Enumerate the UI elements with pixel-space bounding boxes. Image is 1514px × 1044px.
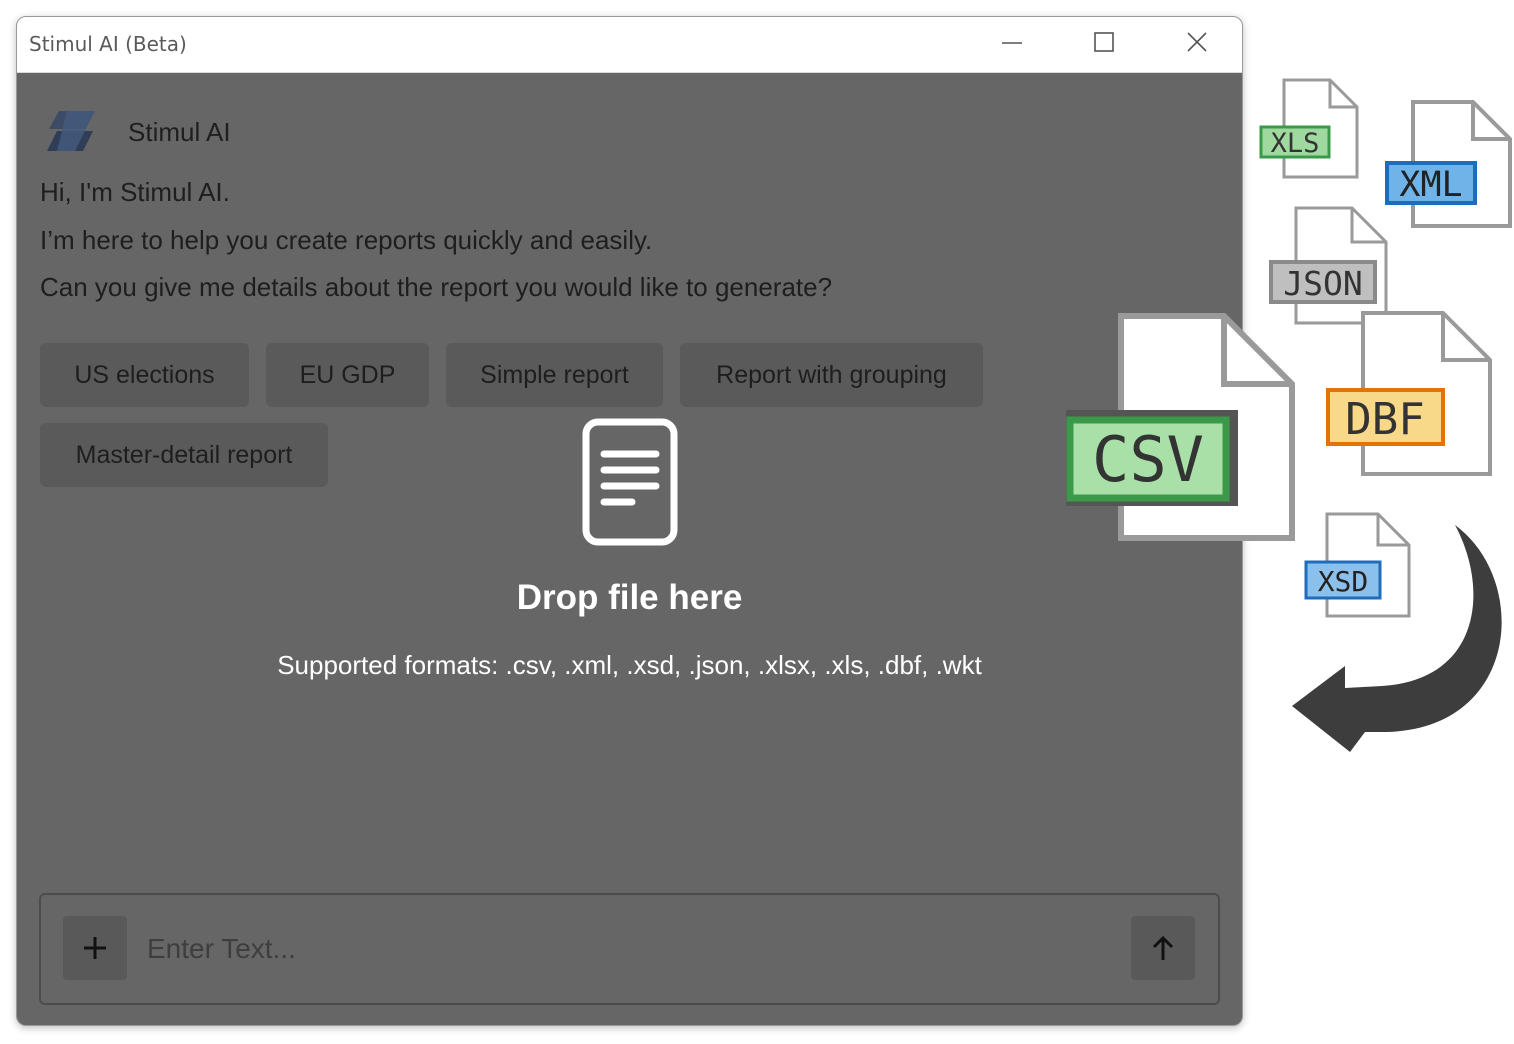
arrow-up-icon: [1152, 935, 1174, 960]
suggestion-us-elections[interactable]: US elections: [40, 343, 249, 407]
stimul-logo-icon: [47, 111, 95, 151]
drop-title: Drop file here: [516, 578, 743, 617]
plus-icon: [84, 937, 106, 959]
csv-label: CSV: [1092, 423, 1204, 496]
suggestion-eu-gdp[interactable]: EU GDP: [266, 343, 429, 407]
chat-area: Stimul AI Hi, I'm Stimul AI. I’m here to…: [17, 73, 1242, 1025]
json-label: JSON: [1283, 264, 1362, 303]
xml-file-icon: XML: [1385, 100, 1512, 228]
message-intro: I’m here to help you create reports quic…: [40, 225, 653, 255]
maximize-button[interactable]: [1074, 17, 1134, 72]
send-button[interactable]: [1131, 916, 1195, 980]
xls-label: XLS: [1271, 128, 1320, 159]
add-attachment-button[interactable]: [63, 916, 127, 980]
message-input[interactable]: [145, 915, 1109, 983]
title-bar: Stimul AI (Beta): [17, 17, 1242, 73]
message-question: Can you give me details about the report…: [40, 272, 833, 302]
app-window: Stimul AI (Beta) Stimul AI Hi, I'm Stimu…: [16, 16, 1243, 1026]
close-icon: [1187, 32, 1207, 52]
window-title: Stimul AI (Beta): [29, 32, 187, 56]
suggestion-simple-report[interactable]: Simple report: [446, 343, 663, 407]
drop-arrow-icon: [1292, 525, 1502, 752]
maximize-icon: [1094, 32, 1114, 52]
dbf-file-icon: DBF: [1326, 311, 1492, 476]
csv-file-icon: CSV: [1066, 313, 1295, 541]
minimize-button[interactable]: [982, 17, 1042, 72]
message-composer: [39, 893, 1220, 1005]
document-icon: [582, 418, 678, 546]
suggestion-master-detail-report[interactable]: Master-detail report: [40, 423, 328, 487]
suggestion-report-with-grouping[interactable]: Report with grouping: [680, 343, 983, 407]
close-button[interactable]: [1167, 17, 1227, 72]
supported-formats: Supported formats: .csv, .xml, .xsd, .js…: [277, 650, 982, 680]
assistant-name: Stimul AI: [128, 117, 231, 147]
dbf-label: DBF: [1345, 394, 1424, 445]
xls-file-icon: XLS: [1259, 78, 1359, 179]
json-file-icon: JSON: [1269, 206, 1388, 325]
xml-label: XML: [1399, 165, 1462, 205]
message-greeting: Hi, I'm Stimul AI.: [40, 177, 230, 207]
minimize-icon: [1002, 42, 1022, 44]
